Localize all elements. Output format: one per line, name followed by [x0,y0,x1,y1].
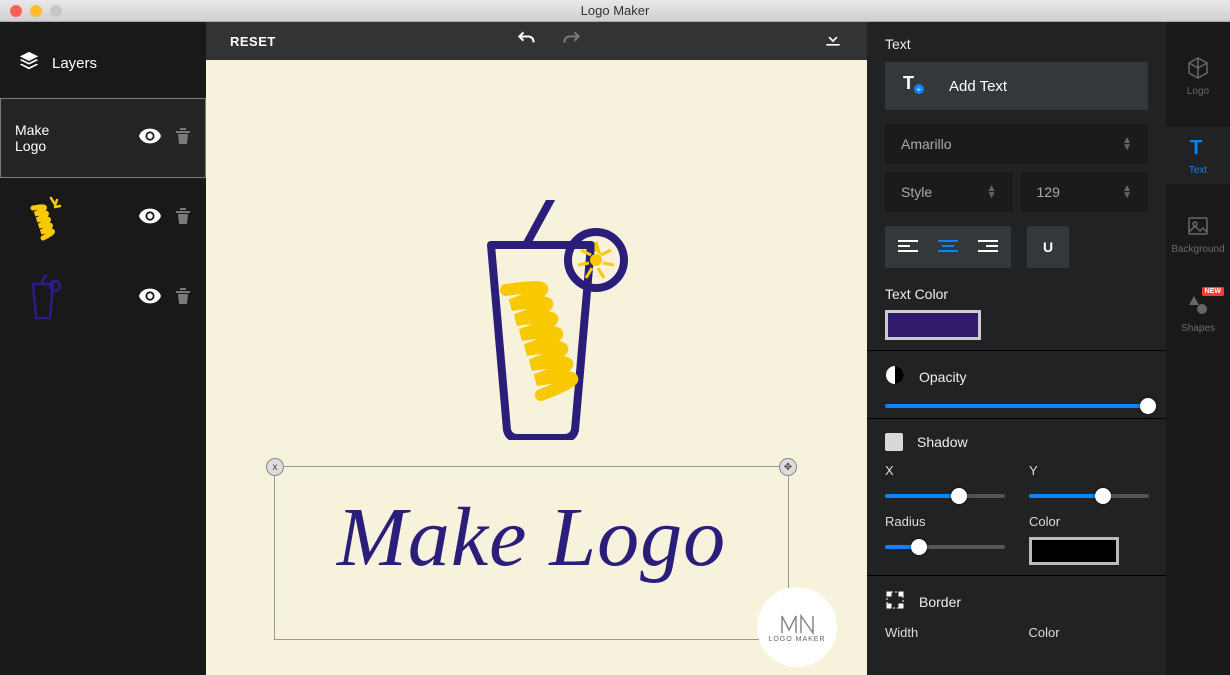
visibility-toggle[interactable] [139,128,161,149]
shadow-radius-slider[interactable] [885,545,1005,549]
redo-button[interactable] [562,29,582,54]
canvas[interactable]: Make Logo x ✥ ⤢ x LOGO MAKER [206,60,867,675]
border-width-label: Width [885,625,1005,640]
watermark-badge: LOGO MAKER [757,587,837,667]
window-title: Logo Maker [581,3,650,18]
selection-box[interactable]: Make Logo x ✥ ⤢ [274,466,789,640]
layer-thumbnail [15,274,75,322]
shadow-y-slider[interactable] [1029,494,1149,498]
tab-shapes[interactable]: NEW Shapes [1166,285,1230,342]
stepper-icon: ▲▼ [987,185,997,199]
align-right-button[interactable] [971,232,1005,262]
inspector-panel: Text T+ Add Text Amarillo ▲▼ Style ▲▼ 12… [867,22,1166,675]
underline-button[interactable]: U [1027,226,1069,268]
download-button[interactable] [823,29,843,54]
shadow-y-label: Y [1029,463,1149,478]
close-window-button[interactable] [10,5,22,17]
visibility-toggle[interactable] [139,288,161,309]
shadow-color-label: Color [1029,514,1148,529]
shadow-checkbox[interactable] [885,433,903,451]
layer-item-scribble[interactable] [0,178,206,258]
layer-label: Make Logo [15,122,75,154]
svg-text:T: T [1190,137,1202,159]
stepper-icon: ▲▼ [1122,185,1132,199]
add-text-label: Add Text [949,78,1007,95]
text-color-well[interactable] [885,310,981,340]
border-icon [885,590,905,613]
shadow-color-well[interactable] [1029,537,1119,565]
canvas-toolbar: RESET [206,22,867,60]
layers-panel: Layers Make Logo [0,22,206,675]
style-select[interactable]: Style ▲▼ [885,172,1013,212]
undo-button[interactable] [516,29,536,54]
minimize-window-button[interactable] [30,5,42,17]
canvas-text[interactable]: Make Logo [275,467,788,586]
titlebar: Logo Maker [0,0,1230,22]
align-group [885,226,1011,268]
tab-text[interactable]: T Text [1166,127,1230,184]
size-value: 129 [1037,184,1060,200]
add-text-button[interactable]: T+ Add Text [885,62,1148,110]
watermark-label: LOGO MAKER [768,636,825,643]
shadow-x-slider[interactable] [885,494,1005,498]
align-left-button[interactable] [891,232,925,262]
tab-logo[interactable]: Logo [1166,48,1230,105]
font-name: Amarillo [901,136,952,152]
opacity-icon [885,365,905,388]
shadow-label: Shadow [917,434,968,450]
size-select[interactable]: 129 ▲▼ [1021,172,1149,212]
tab-background[interactable]: Background [1166,206,1230,263]
delete-layer-button[interactable] [175,207,191,230]
shadow-radius-label: Radius [885,514,1005,529]
handle-delete[interactable]: x [266,458,284,476]
svg-text:+: + [917,85,922,94]
add-text-icon: T+ [903,73,927,99]
opacity-slider[interactable] [885,404,1148,408]
text-section-header: Text [885,36,1148,52]
delete-layer-button[interactable] [175,287,191,310]
layers-title: Layers [52,55,97,72]
font-select[interactable]: Amarillo ▲▼ [885,124,1148,164]
reset-button[interactable]: RESET [230,34,276,49]
center-pane: RESET [206,22,867,675]
right-tabs: Logo T Text Background NEW Shapes [1166,22,1230,675]
border-label: Border [919,594,961,610]
visibility-toggle[interactable] [139,208,161,229]
border-color-label: Color [1029,625,1149,640]
canvas-art-glass[interactable] [456,200,636,440]
svg-text:T: T [903,73,914,93]
layers-header: Layers [0,22,206,98]
shadow-x-label: X [885,463,1005,478]
align-center-button[interactable] [931,232,965,262]
handle-move[interactable]: ✥ [779,458,797,476]
style-label: Style [901,184,932,200]
layer-thumbnail [15,194,75,242]
opacity-label: Opacity [919,369,966,385]
layers-icon [18,50,40,76]
delete-layer-button[interactable] [175,127,191,150]
layer-item-glass[interactable] [0,258,206,338]
text-color-label: Text Color [885,286,1148,302]
layer-item-text[interactable]: Make Logo [0,98,206,178]
stepper-icon: ▲▼ [1122,137,1132,151]
zoom-window-button[interactable] [50,5,62,17]
